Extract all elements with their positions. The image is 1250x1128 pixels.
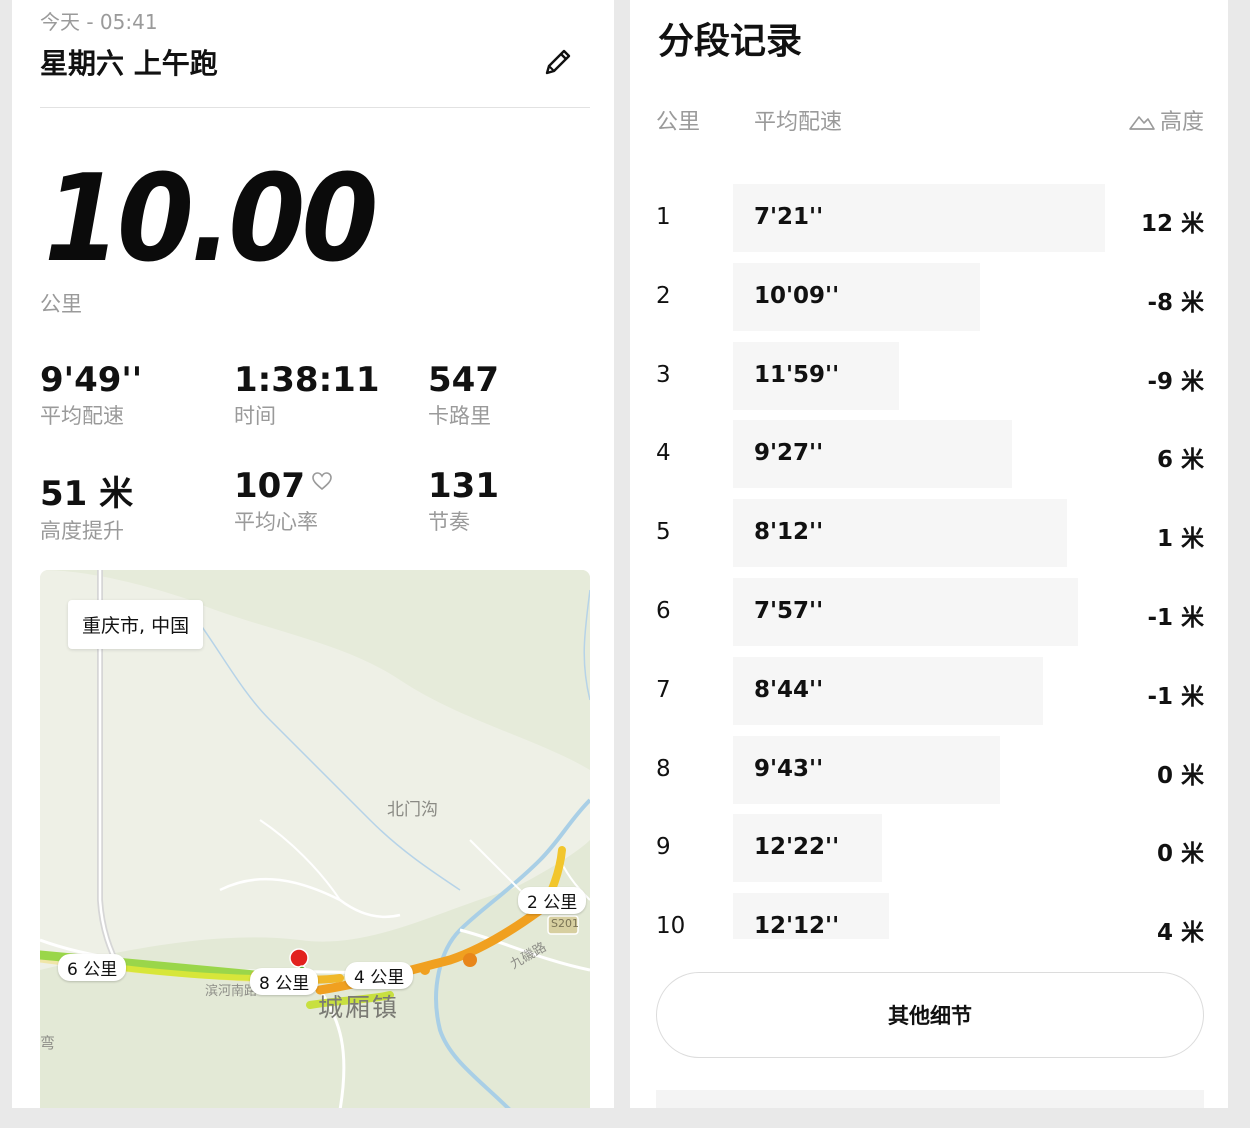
stat-value: 107 [234,466,305,506]
stat-elevation-gain: 51 米 高度提升 [40,466,133,545]
stat-label: 平均心率 [234,510,318,534]
run-date: 今天 - 05:41 [40,10,158,34]
stat-label: 节奏 [428,510,470,534]
map-edge-label: 弯 [40,1034,56,1052]
stat-calories: 547 卡路里 [428,360,499,430]
stat-cadence: 131 节奏 [428,466,499,536]
heart-icon [312,472,332,491]
distance-unit: 公里 [40,292,82,316]
split-pace: 8'12'' [754,519,824,546]
split-km: 7 [656,676,671,703]
map-highway-label: S201 [551,917,579,930]
split-pace: 8'44'' [754,676,824,703]
stat-value: 9'49'' [40,360,143,400]
map-km-marker: 4 公里 [345,962,414,989]
split-km: 3 [656,361,671,388]
split-elevation: -9 米 [1147,368,1204,395]
split-elevation: 1 米 [1156,526,1204,553]
column-header-km: 公里 [656,110,701,135]
split-pace: 9'43'' [754,755,824,782]
map-km-marker: 2 公里 [518,887,587,914]
split-elevation: 6 米 [1156,447,1204,474]
split-km: 5 [656,519,671,546]
split-elevation: 4 米 [1156,920,1204,947]
map-terrain [40,570,590,1108]
split-km: 2 [656,282,671,309]
edit-button[interactable] [540,44,576,80]
split-pace: 10'09'' [754,282,840,309]
more-details-button[interactable]: 其他细节 [656,972,1204,1058]
split-pace: 12'12'' [754,913,840,940]
split-elevation: -8 米 [1147,289,1204,316]
split-km: 10 [656,913,686,940]
split-pace: 9'27'' [754,440,824,467]
split-elevation: 0 米 [1156,762,1204,789]
mountain-icon [1129,116,1155,130]
split-km: 6 [656,598,671,624]
map-place-town: 城厢镇 [318,993,400,1022]
column-header-elevation-label: 高度 [1159,110,1204,135]
stat-value: 1:38:11 [234,360,380,400]
split-elevation: -1 米 [1147,683,1204,710]
run-title: 星期六 上午跑 [40,47,218,80]
splits-title: 分段记录 [658,21,803,62]
stat-avg-heart-rate[interactable]: 107 平均心率 [234,466,333,536]
map-km-marker: 6 公里 [58,954,127,981]
stat-label: 时间 [234,404,276,428]
split-pace: 12'22'' [754,834,840,861]
stat-value: 51 米 [40,474,134,514]
stat-label: 平均配速 [40,404,124,428]
next-card-peek [656,1090,1204,1108]
stat-value: 131 [428,466,499,506]
map-place-village: 北门沟 [387,800,438,820]
distance-value: 10.00 [44,150,378,289]
column-header-pace: 平均配速 [754,110,843,135]
splits-panel: 分段记录 公里 平均配速 高度 1 7'21'' 12 米 2 10'09'' -8 米 3… [630,0,1228,1108]
split-km: 1 [656,204,671,230]
stat-time: 1:38:11 时间 [234,360,379,430]
split-km: 9 [656,834,671,861]
map-km-marker: 8 公里 [250,968,319,995]
column-header-elevation: 高度 [1128,104,1204,136]
split-elevation: 12 米 [1140,211,1204,237]
pencil-icon [545,49,571,75]
split-km: 8 [656,755,671,782]
stat-label: 高度提升 [40,519,124,543]
run-summary-panel: 今天 - 05:41 星期六 上午跑 10.00 公里 9'49'' 平均配速 … [12,0,614,1108]
map-location-label: 重庆市, 中国 [68,600,204,649]
split-pace: 7'57'' [754,598,824,624]
stat-avg-pace: 9'49'' 平均配速 [40,360,142,430]
split-elevation: 0 米 [1156,841,1204,868]
split-pace: 11'59'' [754,361,840,388]
route-map[interactable]: 重庆市, 中国 北门沟 城厢镇 滨河南路 九磯路 S201 弯 6 公里 8 公… [40,570,590,1108]
stat-value: 547 [428,360,499,400]
split-pace: 7'21'' [754,204,824,230]
stat-label: 卡路里 [428,404,491,428]
split-km: 4 [656,440,671,467]
split-elevation: -1 米 [1147,605,1204,631]
header-divider [40,107,590,108]
